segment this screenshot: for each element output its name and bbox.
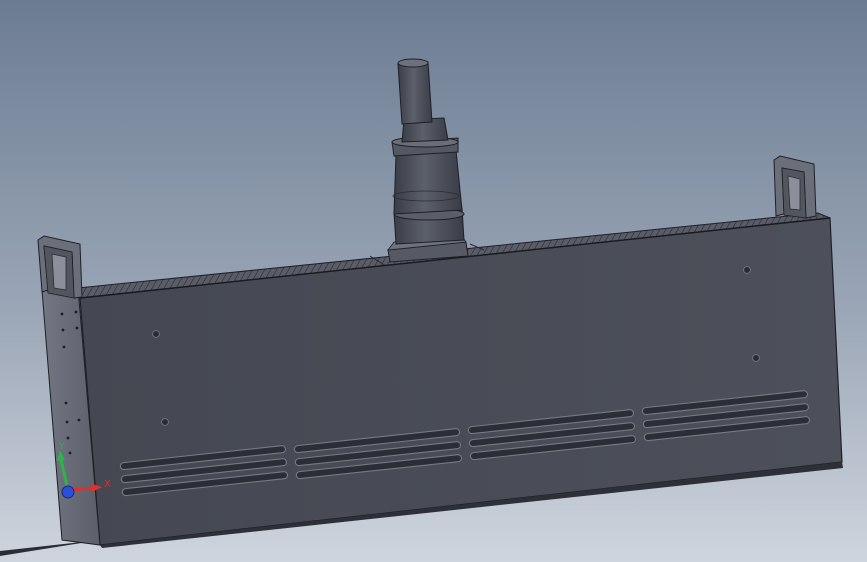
x-axis-label: X [104,479,111,490]
model-scene[interactable] [0,0,867,562]
right-handle [773,155,817,219]
x-axis-arrow [92,484,102,492]
y-axis-label: Y [58,442,65,452]
left-handle [37,235,83,299]
graphics-viewport[interactable]: X Y [0,0,867,562]
coordinate-triad[interactable]: X Y [48,440,118,510]
z-axis-dot [61,485,75,499]
y-axis-line [59,459,70,491]
